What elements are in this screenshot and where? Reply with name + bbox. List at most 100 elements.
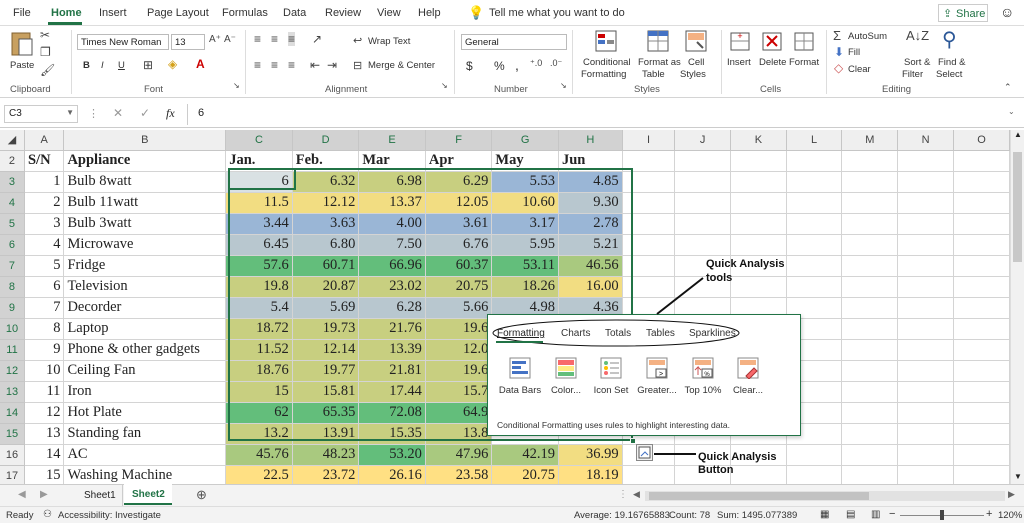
font-size-select[interactable]: 13 bbox=[171, 34, 205, 50]
cell-value[interactable]: 2.78 bbox=[558, 213, 623, 235]
qa-clear-format[interactable]: Clear... bbox=[724, 357, 772, 396]
cell-value[interactable]: 57.6 bbox=[225, 255, 293, 277]
cell-value[interactable]: 5.53 bbox=[491, 171, 559, 193]
cell-value[interactable]: 7.50 bbox=[358, 234, 426, 256]
cell-value[interactable]: 3.63 bbox=[292, 213, 360, 235]
add-sheet-icon[interactable]: ⊕ bbox=[196, 487, 207, 503]
cell-value[interactable]: 4.00 bbox=[358, 213, 426, 235]
cell-value[interactable]: 19.77 bbox=[292, 360, 360, 382]
cell-value[interactable]: 66.96 bbox=[358, 255, 426, 277]
cell-value[interactable]: 36.99 bbox=[558, 444, 623, 466]
cell-empty[interactable] bbox=[786, 465, 843, 484]
cell-empty[interactable] bbox=[730, 192, 787, 214]
column-header[interactable]: H bbox=[558, 130, 623, 151]
cell-empty[interactable] bbox=[841, 339, 899, 361]
cell-sn[interactable]: 3 bbox=[24, 213, 65, 235]
cell-empty[interactable] bbox=[841, 402, 899, 424]
cell-appliance[interactable]: Bulb 11watt bbox=[63, 192, 227, 214]
zoom-in-icon[interactable]: + bbox=[986, 508, 992, 520]
cell-empty[interactable] bbox=[730, 276, 787, 298]
cell-value[interactable]: 18.76 bbox=[225, 360, 293, 382]
normal-view-icon[interactable]: ▦ bbox=[820, 509, 829, 520]
fill-button[interactable]: Fill bbox=[848, 47, 860, 58]
cell-empty[interactable] bbox=[841, 150, 899, 172]
cell-empty[interactable] bbox=[897, 255, 955, 277]
qa-icon-set[interactable]: Icon Set bbox=[587, 357, 635, 396]
cell-empty[interactable] bbox=[730, 150, 787, 172]
cell-empty[interactable] bbox=[841, 318, 899, 340]
align-top-icon[interactable]: ≡ bbox=[254, 32, 261, 46]
currency-button[interactable]: $ bbox=[466, 59, 473, 73]
tab-home[interactable]: Home bbox=[51, 7, 82, 19]
cell-empty[interactable] bbox=[622, 465, 676, 484]
cell-empty[interactable] bbox=[730, 213, 787, 235]
cell-value[interactable]: 53.20 bbox=[358, 444, 426, 466]
cell-empty[interactable] bbox=[786, 234, 843, 256]
cell-empty[interactable] bbox=[897, 339, 955, 361]
row-header[interactable]: 10 bbox=[0, 318, 25, 340]
align-middle-icon[interactable]: ≡ bbox=[271, 32, 278, 46]
cell-value[interactable]: 6.29 bbox=[425, 171, 493, 193]
cell-value[interactable]: May bbox=[491, 150, 559, 172]
column-header[interactable]: L bbox=[786, 130, 843, 151]
cell-value[interactable]: 21.81 bbox=[358, 360, 426, 382]
cell-empty[interactable] bbox=[897, 234, 955, 256]
cell-empty[interactable] bbox=[786, 171, 843, 193]
cell-value[interactable]: 10.60 bbox=[491, 192, 559, 214]
merge-center-button[interactable]: Merge & Center bbox=[368, 60, 435, 71]
cell-empty[interactable] bbox=[786, 255, 843, 277]
cell-value[interactable]: Feb. bbox=[292, 150, 360, 172]
cell-empty[interactable] bbox=[953, 402, 1010, 424]
cell-empty[interactable] bbox=[674, 213, 731, 235]
cell-appliance[interactable]: Bulb 8watt bbox=[63, 171, 227, 193]
cell-empty[interactable] bbox=[786, 444, 843, 466]
percent-button[interactable]: % bbox=[494, 59, 505, 73]
autosum-button[interactable]: AutoSum bbox=[848, 31, 887, 42]
cell-empty[interactable] bbox=[622, 150, 676, 172]
cell-value[interactable]: 17.44 bbox=[358, 381, 426, 403]
delete-cells-button[interactable]: Delete bbox=[757, 28, 787, 80]
find-select-button[interactable]: ⚲ Find & Select bbox=[936, 28, 974, 80]
row-header[interactable]: 7 bbox=[0, 255, 25, 277]
cell-sn[interactable]: 7 bbox=[24, 297, 65, 319]
cell-empty[interactable] bbox=[953, 192, 1010, 214]
paste-button[interactable]: Paste bbox=[8, 30, 36, 78]
cell-value[interactable]: 12.0 bbox=[425, 339, 493, 361]
sort-filter-button[interactable]: A↓Z Sort & Filter bbox=[900, 28, 936, 80]
cell-value[interactable]: 72.08 bbox=[358, 402, 426, 424]
column-header[interactable]: I bbox=[622, 130, 676, 151]
zoom-out-icon[interactable]: − bbox=[889, 508, 895, 520]
scroll-thumb[interactable] bbox=[1013, 152, 1022, 262]
prev-sheet-icon[interactable]: ◀ bbox=[18, 489, 26, 500]
cell-empty[interactable] bbox=[841, 192, 899, 214]
cell-empty[interactable] bbox=[897, 444, 955, 466]
cell-sn[interactable]: 9 bbox=[24, 339, 65, 361]
cell-empty[interactable] bbox=[622, 234, 676, 256]
cell-empty[interactable] bbox=[897, 465, 955, 484]
cell-empty[interactable] bbox=[953, 318, 1010, 340]
cell-empty[interactable] bbox=[841, 381, 899, 403]
cell-value[interactable]: 20.87 bbox=[292, 276, 360, 298]
cell-empty[interactable] bbox=[622, 213, 676, 235]
share-button[interactable]: ⇪ Share bbox=[938, 4, 988, 22]
cell-empty[interactable] bbox=[841, 213, 899, 235]
decrease-decimal-icon[interactable]: .0⁻ bbox=[550, 58, 562, 69]
cell-sn[interactable]: 10 bbox=[24, 360, 65, 382]
row-header[interactable]: 8 bbox=[0, 276, 25, 298]
insert-cells-button[interactable]: + Insert bbox=[725, 28, 755, 80]
cell-value[interactable]: 60.71 bbox=[292, 255, 360, 277]
number-dialog-launcher-icon[interactable]: ↘ bbox=[560, 81, 567, 90]
cell-empty[interactable] bbox=[786, 276, 843, 298]
cell-styles-button[interactable]: Cell Styles bbox=[680, 28, 712, 80]
tab-review[interactable]: Review bbox=[325, 7, 361, 19]
tab-insert[interactable]: Insert bbox=[99, 7, 127, 19]
cell-empty[interactable] bbox=[897, 360, 955, 382]
qa-greater-than[interactable]: > Greater... bbox=[633, 357, 681, 396]
cell-empty[interactable] bbox=[953, 234, 1010, 256]
number-format-select[interactable]: General bbox=[461, 34, 567, 50]
borders-icon[interactable]: ⊞ bbox=[143, 58, 153, 72]
cell-value[interactable]: 9.30 bbox=[558, 192, 623, 214]
shrink-font-icon[interactable]: A⁻ bbox=[224, 34, 236, 45]
cell-value[interactable]: 19.73 bbox=[292, 318, 360, 340]
row-header[interactable]: 12 bbox=[0, 360, 25, 382]
